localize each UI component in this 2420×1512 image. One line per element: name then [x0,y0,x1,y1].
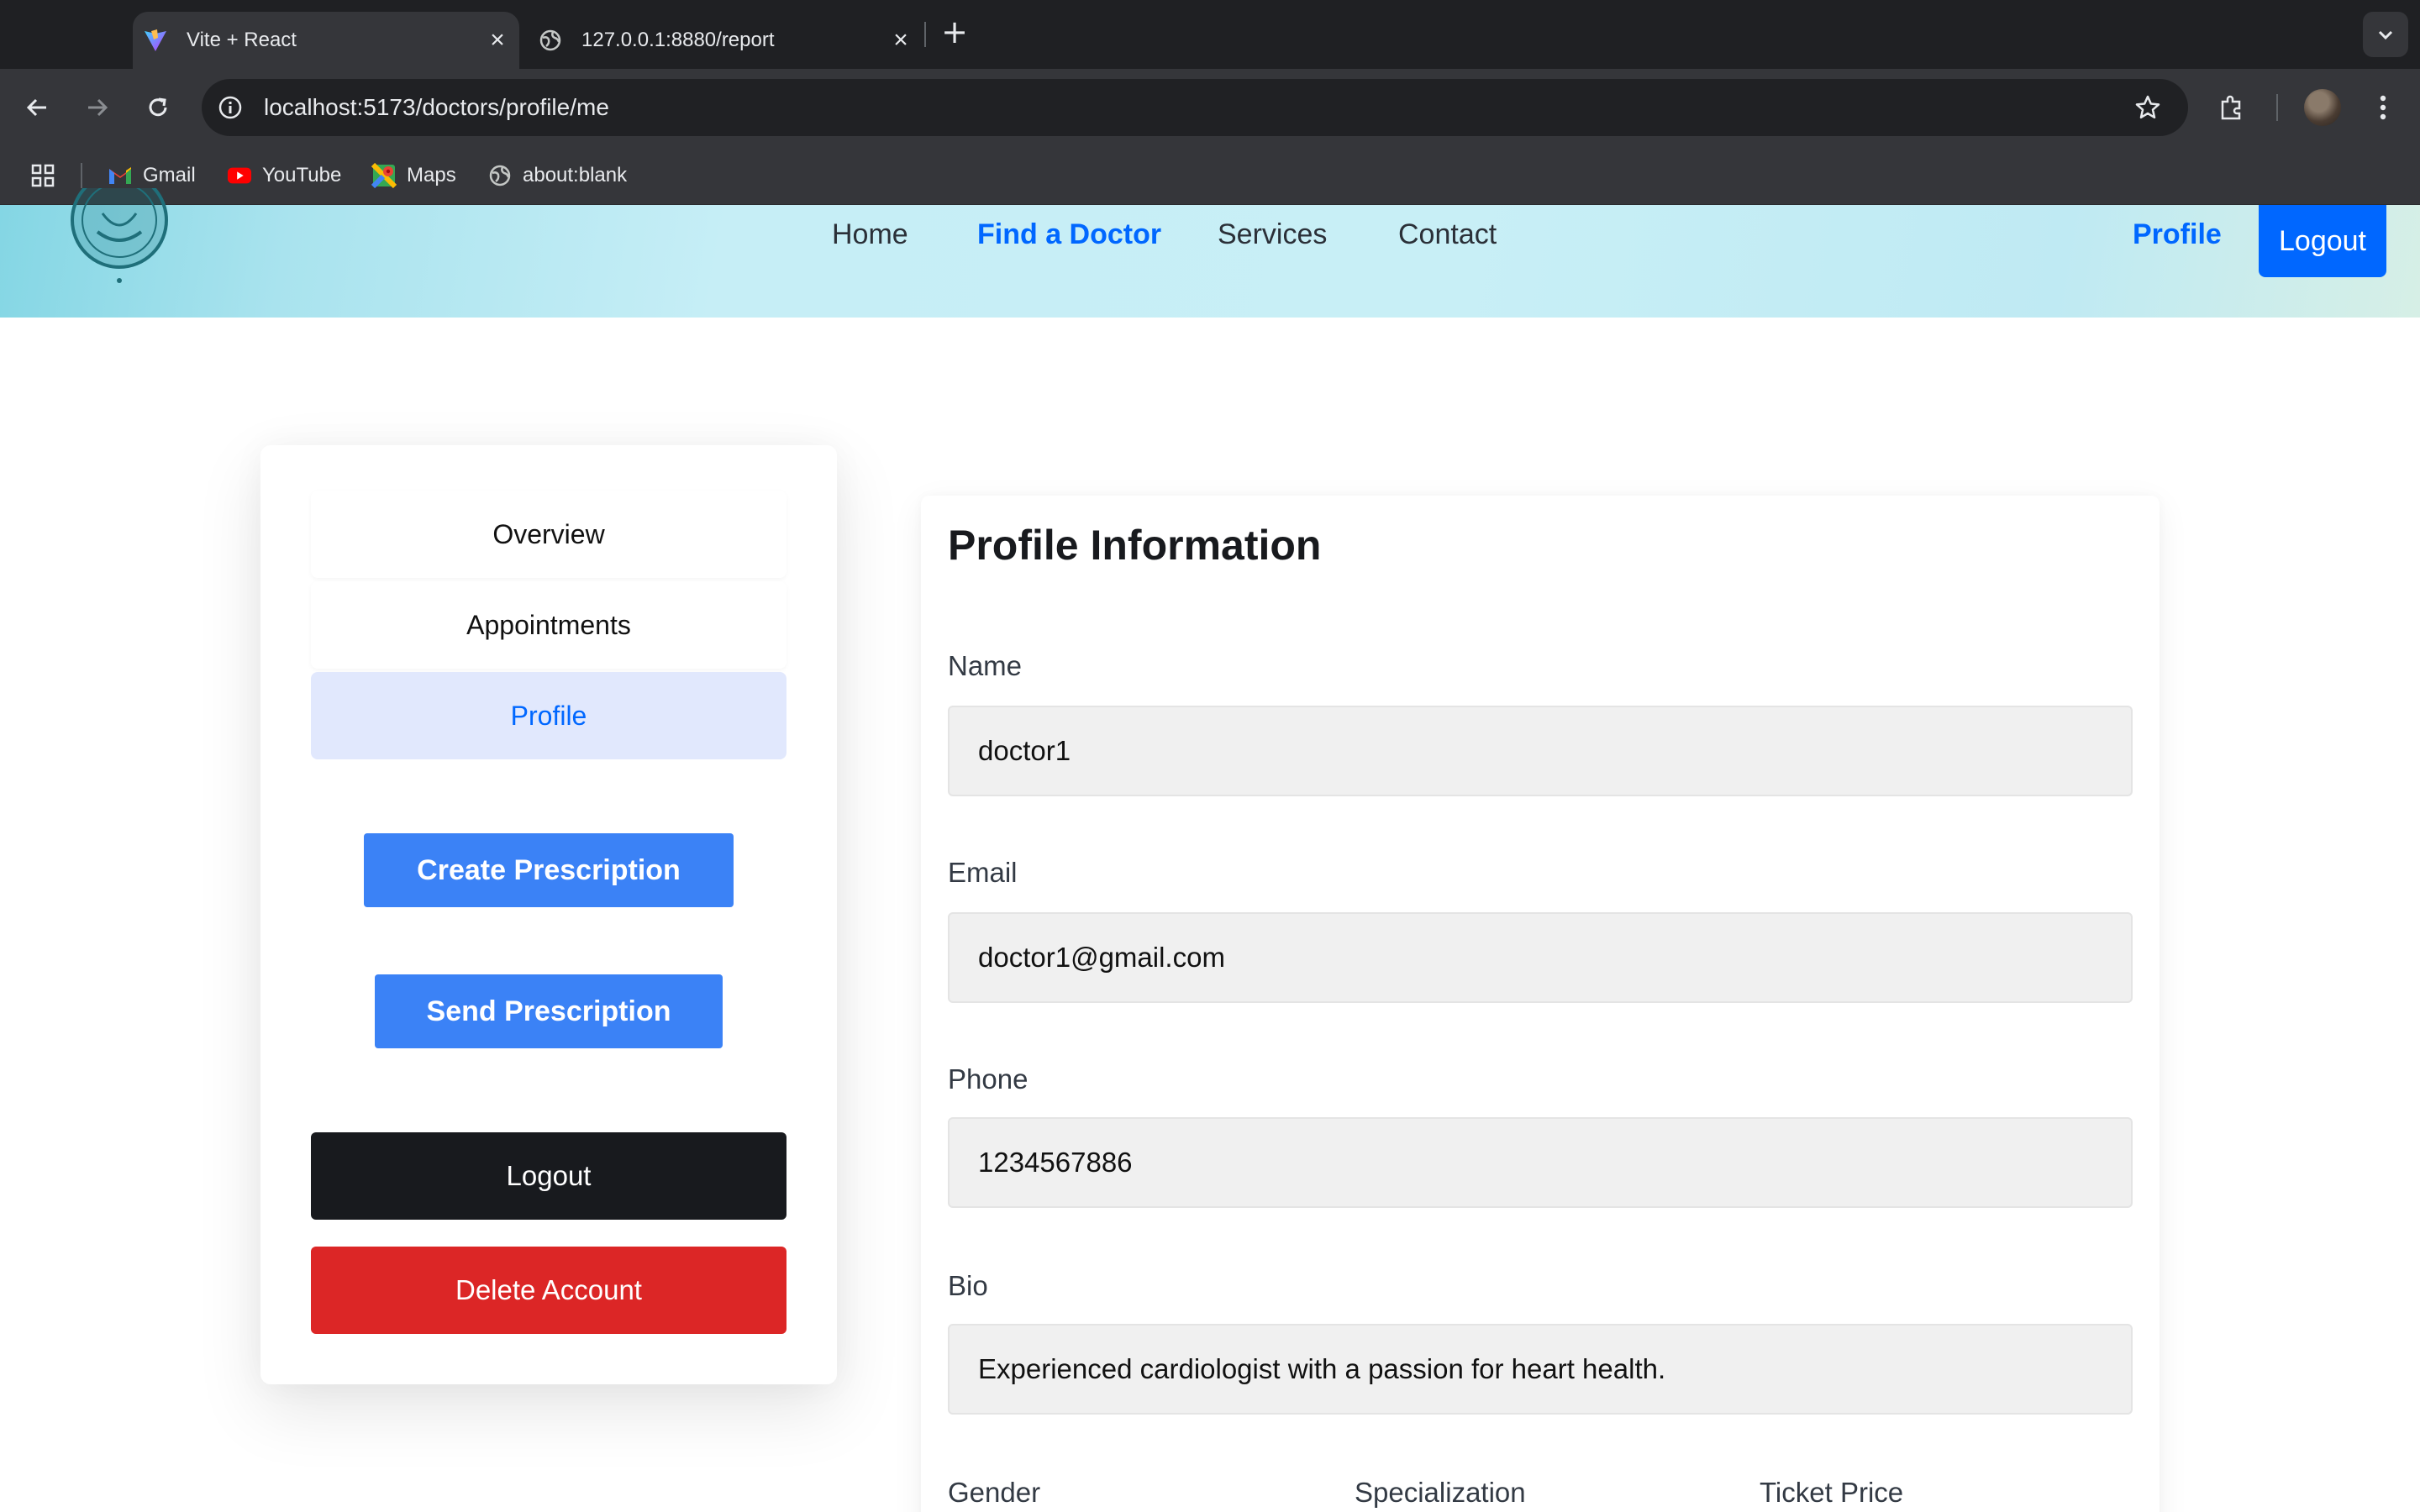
browser-toolbar: localhost:5173/doctors/profile/me [0,69,2420,146]
profile-avatar[interactable] [2304,89,2341,126]
extensions-icon[interactable] [2212,87,2252,128]
delete-account-button[interactable]: Delete Account [311,1247,786,1334]
bio-label: Bio [948,1270,988,1301]
bookmark-label: Gmail [143,164,196,186]
site-header: Home Find a Doctor Services Contact Prof… [0,171,2420,318]
url-text: localhost:5173/doctors/profile/me [264,94,609,120]
tab-profile[interactable]: Profile [311,672,786,759]
apps-grid-icon[interactable] [30,146,55,205]
globe-icon [538,28,563,53]
send-prescription-button[interactable]: Send Prescription [375,974,723,1048]
browser-tab-active[interactable]: Vite + React × [133,12,519,69]
close-tab-icon[interactable]: × [884,24,918,57]
gmail-icon [108,163,133,188]
tab-title: 127.0.0.1:8880/report [581,29,775,51]
tab-search-icon[interactable] [2363,12,2408,57]
tab-overview[interactable]: Overview [311,491,786,578]
vite-icon [143,28,168,53]
ticket-price-label: Ticket Price [1760,1477,1904,1508]
tab-divider [924,22,926,47]
page-title: Profile Information [948,522,1322,569]
bookmark-maps[interactable]: Maps [371,146,456,205]
address-bar[interactable]: localhost:5173/doctors/profile/me [202,79,2188,136]
toolbar-divider [2276,94,2278,121]
nav-find-a-doctor[interactable]: Find a Doctor [977,205,1161,264]
bookmarks-bar: Gmail YouTube Maps about:blank [0,146,2420,205]
maps-icon [371,163,397,188]
dashboard-sidebar: Overview Appointments Profile Create Pre… [260,445,837,1384]
bookmark-label: Maps [407,164,456,186]
globe-icon [487,163,513,188]
nav-home[interactable]: Home [832,205,908,264]
menu-kebab-icon[interactable] [2363,87,2403,128]
email-label: Email [948,857,1018,888]
bookmark-youtube[interactable]: YouTube [227,146,341,205]
forward-arrow-icon[interactable] [77,87,118,128]
header-logout-button[interactable]: Logout [2259,205,2386,277]
bio-field[interactable]: Experienced cardiologist with a passion … [948,1324,2133,1415]
specialization-label: Specialization [1355,1477,1526,1508]
create-prescription-button[interactable]: Create Prescription [364,833,734,907]
tab-appointments[interactable]: Appointments [311,581,786,669]
site-logo[interactable] [67,171,171,292]
name-field[interactable]: doctor1 [948,706,2133,796]
email-field[interactable]: doctor1@gmail.com [948,912,2133,1003]
gender-label: Gender [948,1477,1041,1508]
header-profile-link[interactable]: Profile [2133,205,2222,264]
nav-contact[interactable]: Contact [1398,205,1497,264]
bookmarks-divider [81,163,82,188]
browser-tab-strip: Vite + React × 127.0.0.1:8880/report × + [0,0,2420,69]
logout-button[interactable]: Logout [311,1132,786,1220]
name-label: Name [948,650,1023,681]
bookmark-about-blank[interactable]: about:blank [487,146,627,205]
bookmark-star-icon[interactable] [2131,91,2165,124]
browser-tab[interactable]: 127.0.0.1:8880/report × [528,12,923,69]
site-info-icon[interactable] [213,91,247,124]
profile-information-card: Profile Information Name doctor1 Email d… [921,496,2160,1512]
nav-services[interactable]: Services [1218,205,1327,264]
youtube-icon [227,163,252,188]
new-tab-icon[interactable]: + [938,13,971,50]
back-arrow-icon[interactable] [17,87,57,128]
phone-label: Phone [948,1063,1028,1095]
tab-title: Vite + React [187,29,297,51]
phone-field[interactable]: 1234567886 [948,1117,2133,1208]
reload-icon[interactable] [138,87,178,128]
bookmark-label: about:blank [523,164,628,186]
close-tab-icon[interactable]: × [481,24,514,57]
bookmark-label: YouTube [262,164,342,186]
